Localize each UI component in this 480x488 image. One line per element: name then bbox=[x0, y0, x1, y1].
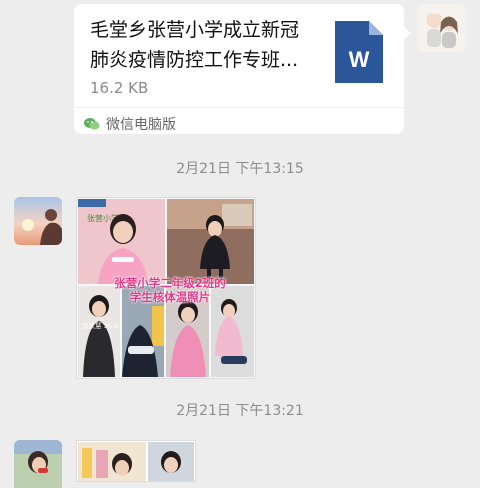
sender-avatar[interactable] bbox=[14, 440, 62, 488]
photo-label: 徐家慧 36.3 bbox=[82, 321, 118, 330]
file-message-bubble[interactable]: 毛堂乡张营小学成立新冠 肺炎疫情防控工作专班... 16.2 KB W 微信电脑… bbox=[74, 4, 411, 134]
source-info: 微信电脑版 bbox=[84, 114, 176, 134]
sender-avatar[interactable] bbox=[417, 4, 465, 52]
photo-thumbnail[interactable]: 张营小学 bbox=[78, 199, 165, 284]
source-label: 微信电脑版 bbox=[106, 117, 176, 133]
timestamp: 2月21日 下午13:21 bbox=[176, 403, 304, 419]
word-document-icon: W bbox=[335, 21, 383, 83]
photo-collage-message[interactable] bbox=[76, 440, 196, 482]
bubble-divider bbox=[74, 107, 404, 108]
sender-avatar[interactable] bbox=[14, 197, 62, 245]
collage-caption-line-2: 学生核体温照片 bbox=[129, 290, 211, 304]
collage-caption: 张营小学二年级2班的 学生核体温照片 bbox=[85, 276, 255, 304]
collage-caption-line-1: 张营小学二年级2班的 bbox=[114, 276, 226, 290]
sunset-portrait-avatar-icon bbox=[14, 197, 62, 245]
word-icon-letter: W bbox=[349, 47, 370, 72]
wechat-pc-icon bbox=[84, 118, 100, 130]
photo-thumbnail[interactable] bbox=[167, 199, 254, 284]
photo-thumbnail[interactable] bbox=[78, 442, 146, 481]
portrait-avatar-icon bbox=[14, 440, 62, 488]
photo-thumbnail[interactable] bbox=[148, 442, 194, 481]
file-title-line-1: 毛堂乡张营小学成立新冠 bbox=[90, 19, 300, 41]
file-size: 16.2 KB bbox=[90, 79, 149, 97]
photo-collage-message[interactable]: 张营小学 徐家慧 36.3 张营小学二年级2班的 学生核体温照片 bbox=[76, 197, 256, 379]
file-title: 毛堂乡张营小学成立新冠 肺炎疫情防控工作专班... bbox=[90, 15, 312, 75]
file-title-line-2: 肺炎疫情防控工作专班... bbox=[90, 49, 299, 71]
timestamp: 2月21日 下午13:15 bbox=[176, 161, 304, 177]
cartoon-couple-avatar-icon bbox=[417, 4, 465, 52]
